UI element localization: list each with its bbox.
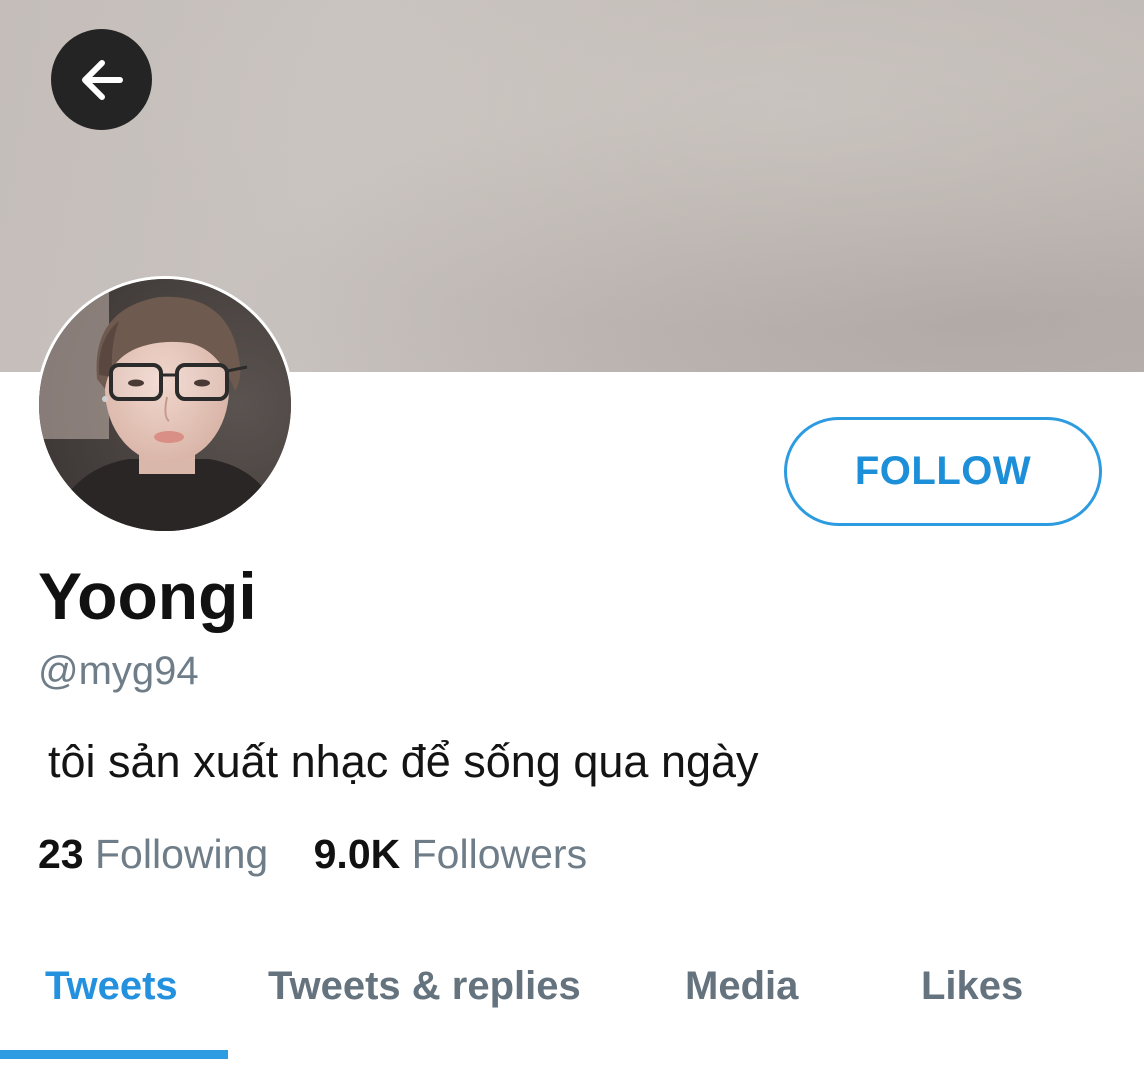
follow-button[interactable]: FOLLOW: [784, 417, 1102, 526]
tab-likes[interactable]: Likes: [921, 955, 1023, 1017]
tab-media[interactable]: Media: [685, 955, 798, 1017]
followers-count: 9.0K: [313, 831, 401, 877]
user-handle: @myg94: [38, 649, 199, 693]
tab-tweets[interactable]: Tweets: [45, 955, 178, 1017]
tab-tweets-and-replies[interactable]: Tweets & replies: [268, 955, 581, 1017]
following-stat[interactable]: 23 Following: [38, 828, 268, 880]
followers-stat[interactable]: 9.0K Followers: [314, 828, 587, 880]
profile-page: FOLLOW Yoongi @myg94 tôi sản xuất nhạc đ…: [0, 0, 1144, 1080]
active-tab-indicator: [0, 1050, 228, 1059]
avatar[interactable]: [36, 276, 294, 534]
profile-stats: 23 Following 9.0K Followers: [38, 828, 587, 880]
arrow-left-icon: [81, 59, 123, 100]
profile-bio: tôi sản xuất nhạc để sống qua ngày: [48, 736, 759, 787]
display-name: Yoongi: [38, 559, 257, 633]
back-button[interactable]: [51, 29, 152, 130]
avatar-photo: [39, 279, 291, 531]
followers-label: Followers: [411, 831, 588, 877]
following-label: Following: [95, 831, 269, 877]
avatar-illustration: [39, 279, 291, 531]
following-count: 23: [38, 831, 84, 877]
profile-tabs: Tweets Tweets & replies Media Likes: [0, 955, 1144, 1060]
